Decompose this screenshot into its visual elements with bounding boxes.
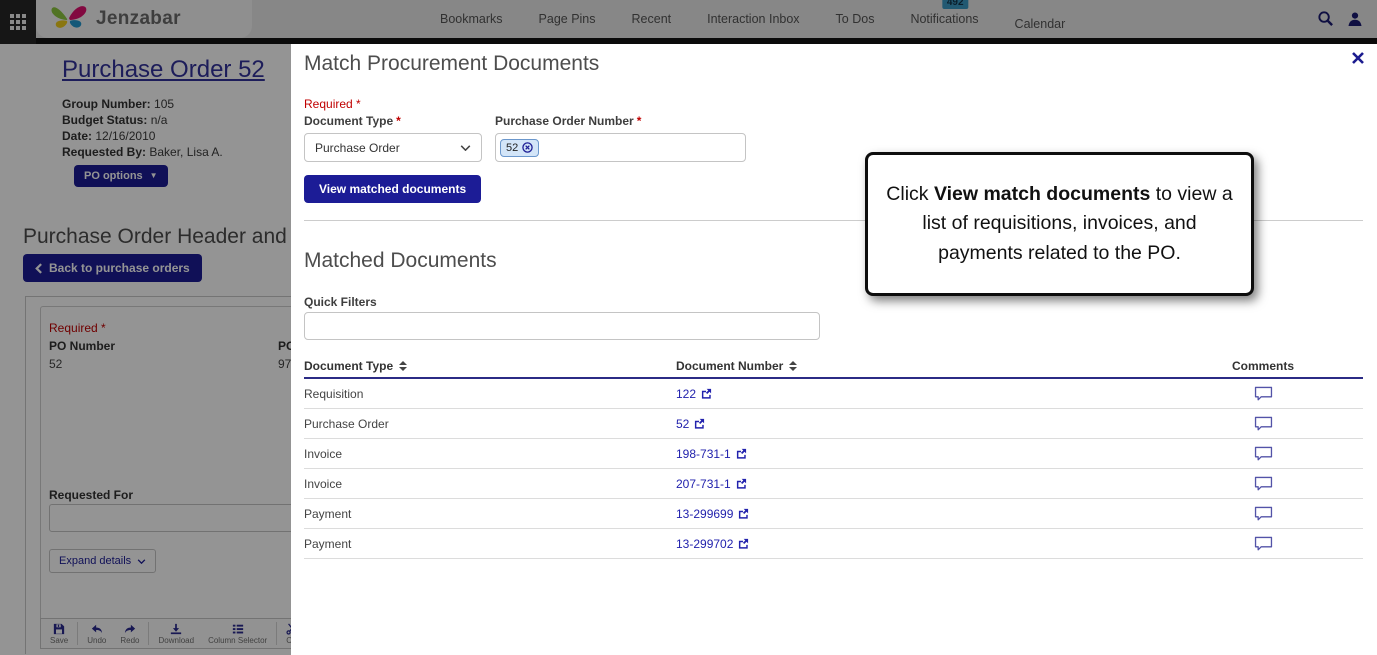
matched-documents-table: Document Type Document Number Comments R…: [304, 354, 1363, 559]
callout-bold-text: View match documents: [934, 183, 1150, 205]
document-type-select[interactable]: Purchase Order: [304, 133, 482, 162]
sort-icon: [399, 361, 407, 371]
comments-cell: [1163, 446, 1363, 461]
comment-bubble-icon[interactable]: [1254, 506, 1273, 521]
screen: Bookmarks Page Pins Recent Interaction I…: [0, 0, 1377, 655]
table-row: Invoice 198-731-1: [304, 439, 1363, 469]
tutorial-callout: Click View match documents to view a lis…: [865, 152, 1254, 296]
document-type-label: Document Type*: [304, 114, 401, 128]
column-header-document-type[interactable]: Document Type: [304, 359, 676, 373]
table-row: Payment 13-299699: [304, 499, 1363, 529]
table-header-row: Document Type Document Number Comments: [304, 354, 1363, 379]
comment-bubble-icon[interactable]: [1254, 536, 1273, 551]
match-procurement-modal: Match Procurement Documents Required * D…: [291, 44, 1377, 655]
document-type-cell: Payment: [304, 507, 676, 521]
document-number-cell: 13-299702: [676, 537, 1163, 551]
comments-cell: [1163, 476, 1363, 491]
comment-bubble-icon[interactable]: [1254, 446, 1273, 461]
comments-cell: [1163, 416, 1363, 431]
document-link[interactable]: 122: [676, 387, 696, 401]
purchase-order-number-input[interactable]: 52: [495, 133, 746, 162]
document-number-cell: 13-299699: [676, 507, 1163, 521]
quick-filters-label: Quick Filters: [304, 295, 377, 309]
view-matched-documents-button[interactable]: View matched documents: [304, 175, 481, 203]
external-link-icon[interactable]: [694, 418, 705, 429]
close-icon[interactable]: [1352, 52, 1364, 64]
external-link-icon[interactable]: [736, 448, 747, 459]
document-link[interactable]: 52: [676, 417, 689, 431]
chip-remove-icon[interactable]: [522, 142, 533, 153]
document-type-cell: Purchase Order: [304, 417, 676, 431]
matched-documents-title: Matched Documents: [304, 249, 497, 273]
document-link[interactable]: 13-299702: [676, 537, 733, 551]
document-link[interactable]: 13-299699: [676, 507, 733, 521]
column-header-comments: Comments: [1163, 359, 1363, 373]
document-link[interactable]: 207-731-1: [676, 477, 731, 491]
external-link-icon[interactable]: [701, 388, 712, 399]
document-type-cell: Requisition: [304, 387, 676, 401]
column-header-document-number[interactable]: Document Number: [676, 359, 1163, 373]
comment-bubble-icon[interactable]: [1254, 416, 1273, 431]
document-type-cell: Payment: [304, 537, 676, 551]
chevron-down-icon: [460, 145, 471, 151]
callout-text: Click: [886, 183, 934, 205]
comments-cell: [1163, 506, 1363, 521]
external-link-icon[interactable]: [738, 538, 749, 549]
comment-bubble-icon[interactable]: [1254, 476, 1273, 491]
comments-cell: [1163, 536, 1363, 551]
table-row: Invoice 207-731-1: [304, 469, 1363, 499]
table-row: Purchase Order 52: [304, 409, 1363, 439]
document-type-cell: Invoice: [304, 447, 676, 461]
comments-cell: [1163, 386, 1363, 401]
sort-icon: [789, 361, 797, 371]
required-legend: Required *: [304, 97, 361, 111]
comment-bubble-icon[interactable]: [1254, 386, 1273, 401]
table-row: Payment 13-299702: [304, 529, 1363, 559]
purchase-order-number-label: Purchase Order Number*: [495, 114, 641, 128]
document-link[interactable]: 198-731-1: [676, 447, 731, 461]
po-number-chip: 52: [500, 139, 539, 157]
document-number-cell: 52: [676, 417, 1163, 431]
table-row: Requisition 122: [304, 379, 1363, 409]
external-link-icon[interactable]: [738, 508, 749, 519]
external-link-icon[interactable]: [736, 478, 747, 489]
document-number-cell: 122: [676, 387, 1163, 401]
document-number-cell: 198-731-1: [676, 447, 1163, 461]
modal-title: Match Procurement Documents: [304, 52, 599, 76]
quick-filters-input[interactable]: [304, 312, 820, 340]
document-type-cell: Invoice: [304, 477, 676, 491]
document-number-cell: 207-731-1: [676, 477, 1163, 491]
